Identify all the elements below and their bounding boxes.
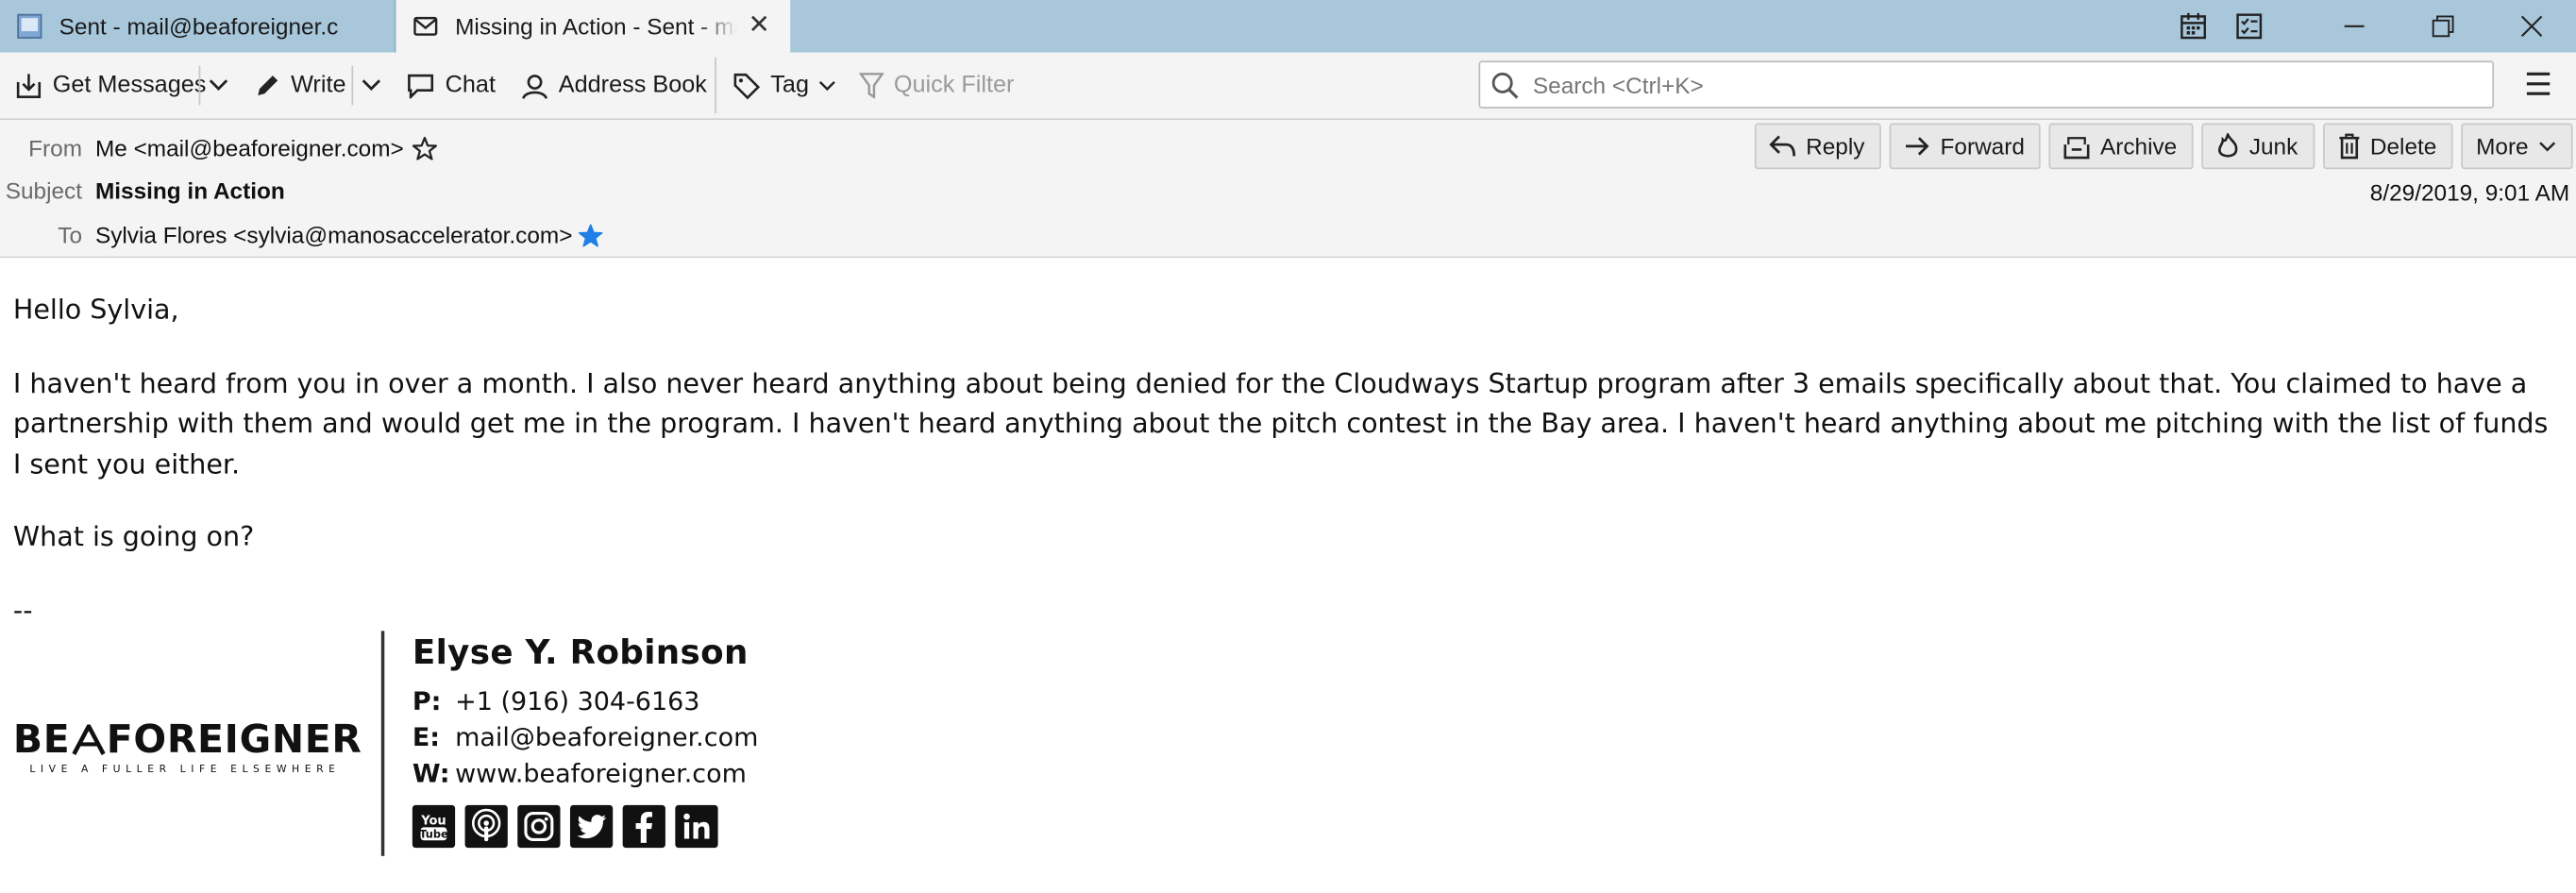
- get-messages-dropdown[interactable]: [204, 62, 233, 109]
- download-icon: [16, 73, 42, 98]
- mail-folder-icon: [16, 13, 42, 40]
- junk-label: Junk: [2248, 132, 2298, 160]
- message-body: Hello Sylvia, I haven't heard from you i…: [13, 258, 2551, 631]
- linkedin-icon[interactable]: [675, 804, 718, 849]
- app-menu-icon[interactable]: [2522, 67, 2555, 100]
- podcast-icon[interactable]: [464, 804, 508, 849]
- contact-icon: [522, 74, 547, 99]
- tasks-icon[interactable]: [2221, 0, 2277, 53]
- main-toolbar: Get Messages Write Chat Address Book Tag: [0, 52, 2576, 121]
- forward-label: Forward: [1940, 132, 2025, 160]
- tab-bar: Sent - mail@beaforeigner.com Missing in …: [0, 0, 2576, 53]
- reply-button[interactable]: Reply: [1755, 123, 1881, 170]
- tag-label: Tag: [770, 72, 810, 99]
- to-value[interactable]: Sylvia Flores <sylvia@manosaccelerator.c…: [95, 222, 573, 248]
- signature-separator: --: [12, 594, 33, 626]
- archive-button[interactable]: Archive: [2049, 123, 2194, 170]
- reply-label: Reply: [1806, 132, 1865, 160]
- youtube-icon[interactable]: You Tube: [412, 804, 456, 849]
- close-tab-icon[interactable]: ✕: [744, 11, 773, 41]
- filter-icon: [859, 73, 884, 99]
- forward-icon: [1905, 137, 1929, 156]
- from-value[interactable]: Me <mail@beaforeigner.com>: [95, 135, 404, 161]
- chevron-down-icon: [2539, 141, 2556, 151]
- write-dropdown[interactable]: [357, 62, 386, 109]
- tab-sent-folder[interactable]: Sent - mail@beaforeigner.com: [0, 0, 396, 53]
- logo-wordmark: BE FOREIGNER: [12, 716, 362, 763]
- tab-label: Sent - mail@beaforeigner.com: [59, 12, 339, 40]
- tab-label: Missing in Action - Sent - mail@beaforei…: [455, 12, 737, 40]
- tab-message[interactable]: Missing in Action - Sent - mail@beaforei…: [396, 0, 791, 53]
- more-button[interactable]: More: [2461, 123, 2573, 170]
- twitter-icon[interactable]: [569, 804, 614, 849]
- message-date: 8/29/2019, 9:01 AM: [2369, 178, 2570, 206]
- delete-button[interactable]: Delete: [2322, 123, 2453, 170]
- quick-filter-label: Quick Filter: [893, 72, 1015, 99]
- from-label: From: [28, 134, 83, 161]
- chat-bubble-icon: [408, 74, 434, 99]
- to-label: To: [58, 221, 83, 248]
- tag-button[interactable]: Tag: [732, 62, 847, 109]
- instagram-icon[interactable]: [517, 804, 561, 849]
- chat-button[interactable]: Chat: [406, 62, 496, 109]
- flame-icon: [2218, 132, 2238, 158]
- junk-button[interactable]: Junk: [2201, 123, 2315, 170]
- from-row: From Me <mail@beaforeigner.com>: [0, 135, 437, 161]
- more-label: More: [2476, 132, 2529, 160]
- chevron-down-icon: [819, 80, 836, 91]
- archive-icon: [2064, 136, 2091, 159]
- message-actions: Reply Forward Archive Junk Delete More: [1755, 123, 2573, 170]
- tag-icon: [733, 73, 761, 99]
- body-paragraph: What is going on?: [12, 520, 255, 552]
- signature-email[interactable]: E: mail@beaforeigner.com: [412, 723, 759, 752]
- close-window-icon[interactable]: [2487, 0, 2576, 53]
- forward-button[interactable]: Forward: [1889, 123, 2042, 170]
- signature-name: Elyse Y. Robinson: [412, 632, 749, 672]
- star-outline-icon[interactable]: [412, 136, 437, 160]
- signature-phone: P: +1 (916) 304-6163: [412, 686, 700, 716]
- body-paragraph: I haven't heard from you in over a month…: [12, 367, 2549, 480]
- chevron-down-icon: [209, 79, 228, 91]
- subject-row: Subject Missing in Action: [0, 177, 285, 204]
- to-row: To Sylvia Flores <sylvia@manosaccelerato…: [0, 222, 604, 248]
- logo-tagline: LIVE A FULLER LIFE ELSEWHERE: [29, 764, 341, 776]
- quick-filter-button[interactable]: Quick Filter: [859, 62, 1014, 109]
- calendar-icon[interactable]: [2165, 0, 2221, 53]
- write-label: Write: [291, 72, 346, 99]
- minimize-window-icon[interactable]: [2310, 0, 2399, 53]
- restore-window-icon[interactable]: [2399, 0, 2487, 53]
- svg-text:Tube: Tube: [419, 829, 448, 841]
- get-messages-label: Get Messages: [52, 72, 207, 99]
- subject-label: Subject: [5, 177, 83, 204]
- chevron-down-icon: [362, 79, 381, 91]
- signature-divider: [380, 631, 385, 856]
- greeting: Hello Sylvia,: [12, 294, 179, 326]
- brand-logo: BE FOREIGNER LIVE A FULLER LIFE ELSEWHERE: [12, 716, 362, 776]
- envelope-icon: [412, 13, 439, 40]
- subject-value: Missing in Action: [94, 177, 285, 204]
- chat-label: Chat: [445, 72, 497, 99]
- email-signature: BE FOREIGNER LIVE A FULLER LIFE ELSEWHERE…: [13, 631, 999, 861]
- signature-info: Elyse Y. Robinson P: +1 (916) 304-6163 E:…: [412, 631, 759, 849]
- search-input[interactable]: [1529, 69, 2457, 100]
- search-box[interactable]: [1478, 60, 2495, 109]
- search-icon: [1491, 72, 1519, 98]
- trash-icon: [2338, 133, 2359, 160]
- address-book-button[interactable]: Address Book: [521, 62, 707, 109]
- get-messages-button[interactable]: Get Messages: [15, 62, 207, 109]
- pencil-icon: [258, 76, 278, 95]
- star-filled-icon[interactable]: [579, 223, 604, 247]
- social-links: You Tube: [412, 804, 759, 849]
- message-header: From Me <mail@beaforeigner.com> Subject …: [0, 120, 2576, 259]
- address-book-label: Address Book: [558, 72, 707, 99]
- signature-website[interactable]: W: www.beaforeigner.com: [412, 759, 759, 788]
- facebook-icon[interactable]: [622, 804, 665, 849]
- reply-icon: [1769, 135, 1796, 157]
- archive-label: Archive: [2099, 132, 2178, 160]
- delete-label: Delete: [2369, 132, 2437, 160]
- write-button[interactable]: Write: [255, 62, 346, 109]
- svg-text:You: You: [420, 815, 446, 829]
